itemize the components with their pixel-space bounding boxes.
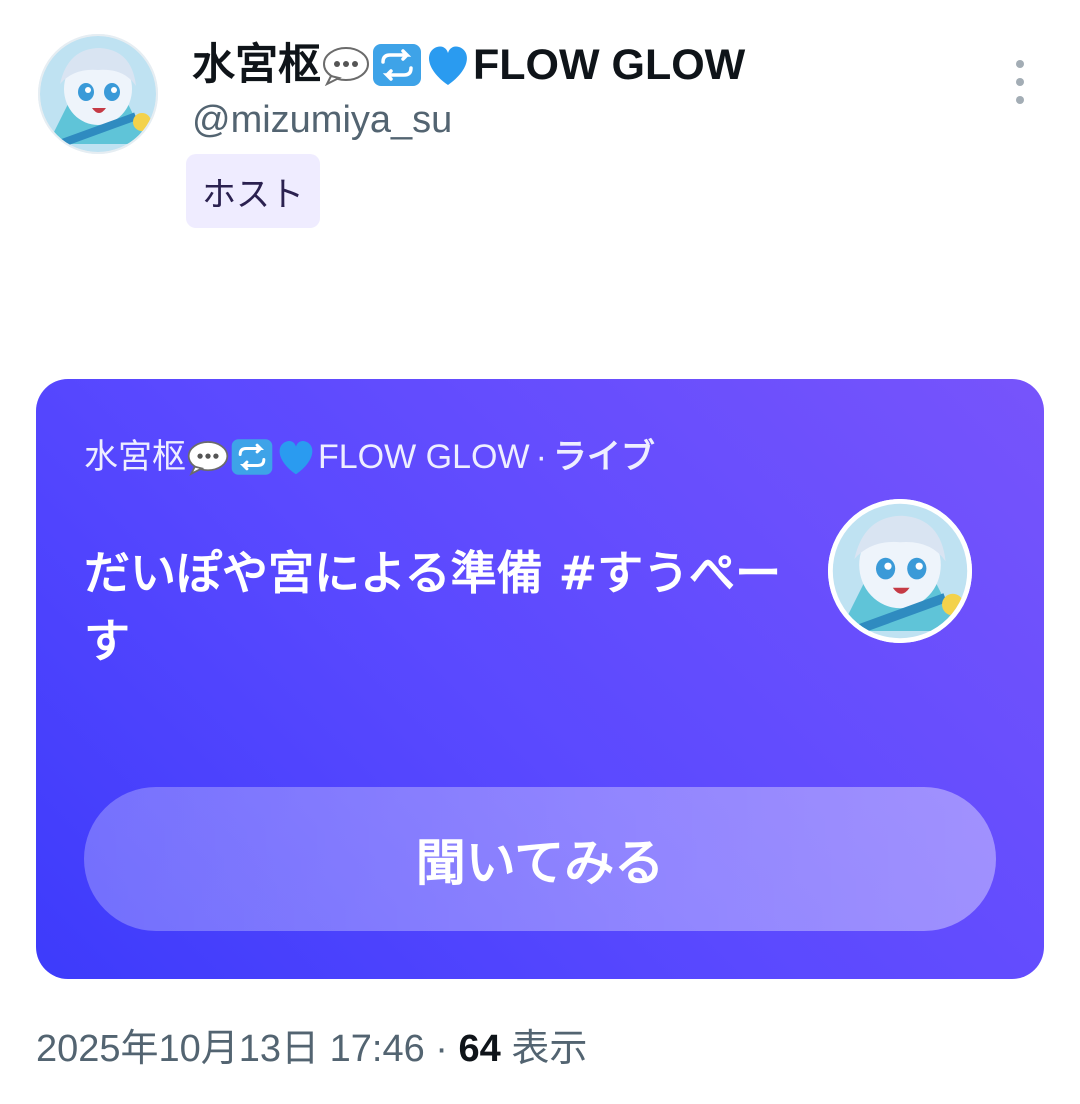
avatar-image	[38, 34, 158, 154]
post-meta: 2025年10月13日 17:46 · 64 表示	[36, 1022, 587, 1076]
author-name-prefix: 水宮枢	[192, 41, 321, 89]
repeat-icon	[373, 44, 421, 86]
views-count: 64	[458, 1028, 501, 1070]
live-status: ライブ	[552, 438, 655, 476]
more-dot-icon	[1016, 96, 1024, 104]
space-host-name-prefix: 水宮枢	[84, 438, 186, 476]
separator: ·	[435, 1028, 448, 1070]
author-name-suffix: FLOW GLOW	[473, 41, 746, 89]
more-options-button[interactable]	[1004, 60, 1036, 104]
blue-heart-icon	[279, 440, 313, 475]
more-dot-icon	[1016, 78, 1024, 86]
space-host-avatar	[828, 499, 972, 643]
host-badge: ホスト	[186, 154, 320, 228]
author-avatar[interactable]	[38, 34, 158, 154]
listen-button[interactable]: 聞いてみる	[84, 787, 996, 931]
more-dot-icon	[1016, 60, 1024, 68]
repeat-icon	[231, 439, 273, 475]
space-host-name-suffix: FLOW GLOW	[318, 438, 530, 476]
views-label: 表示	[511, 1028, 588, 1070]
space-host-line: 水宮枢 FLOW GLOW · ライブ	[84, 435, 655, 479]
post-header: 水宮枢 FLOW GLOW @mizumiya_su	[192, 38, 1020, 144]
avatar-image	[828, 499, 972, 643]
post-timestamp[interactable]: 2025年10月13日 17:46	[36, 1028, 425, 1070]
blue-heart-icon	[429, 46, 467, 85]
separator: ·	[535, 438, 547, 476]
space-title: だいぽや宮による準備 #すうぺーす	[84, 546, 782, 668]
speech-balloon-icon	[187, 441, 229, 476]
author-handle[interactable]: @mizumiya_su	[192, 96, 1020, 144]
space-card[interactable]: 水宮枢 FLOW GLOW · ライブ だいぽや宮による準備 #すうぺーす 聞い…	[36, 379, 1044, 979]
author-display-name[interactable]: 水宮枢 FLOW GLOW	[192, 38, 1020, 92]
speech-balloon-icon	[323, 47, 369, 86]
